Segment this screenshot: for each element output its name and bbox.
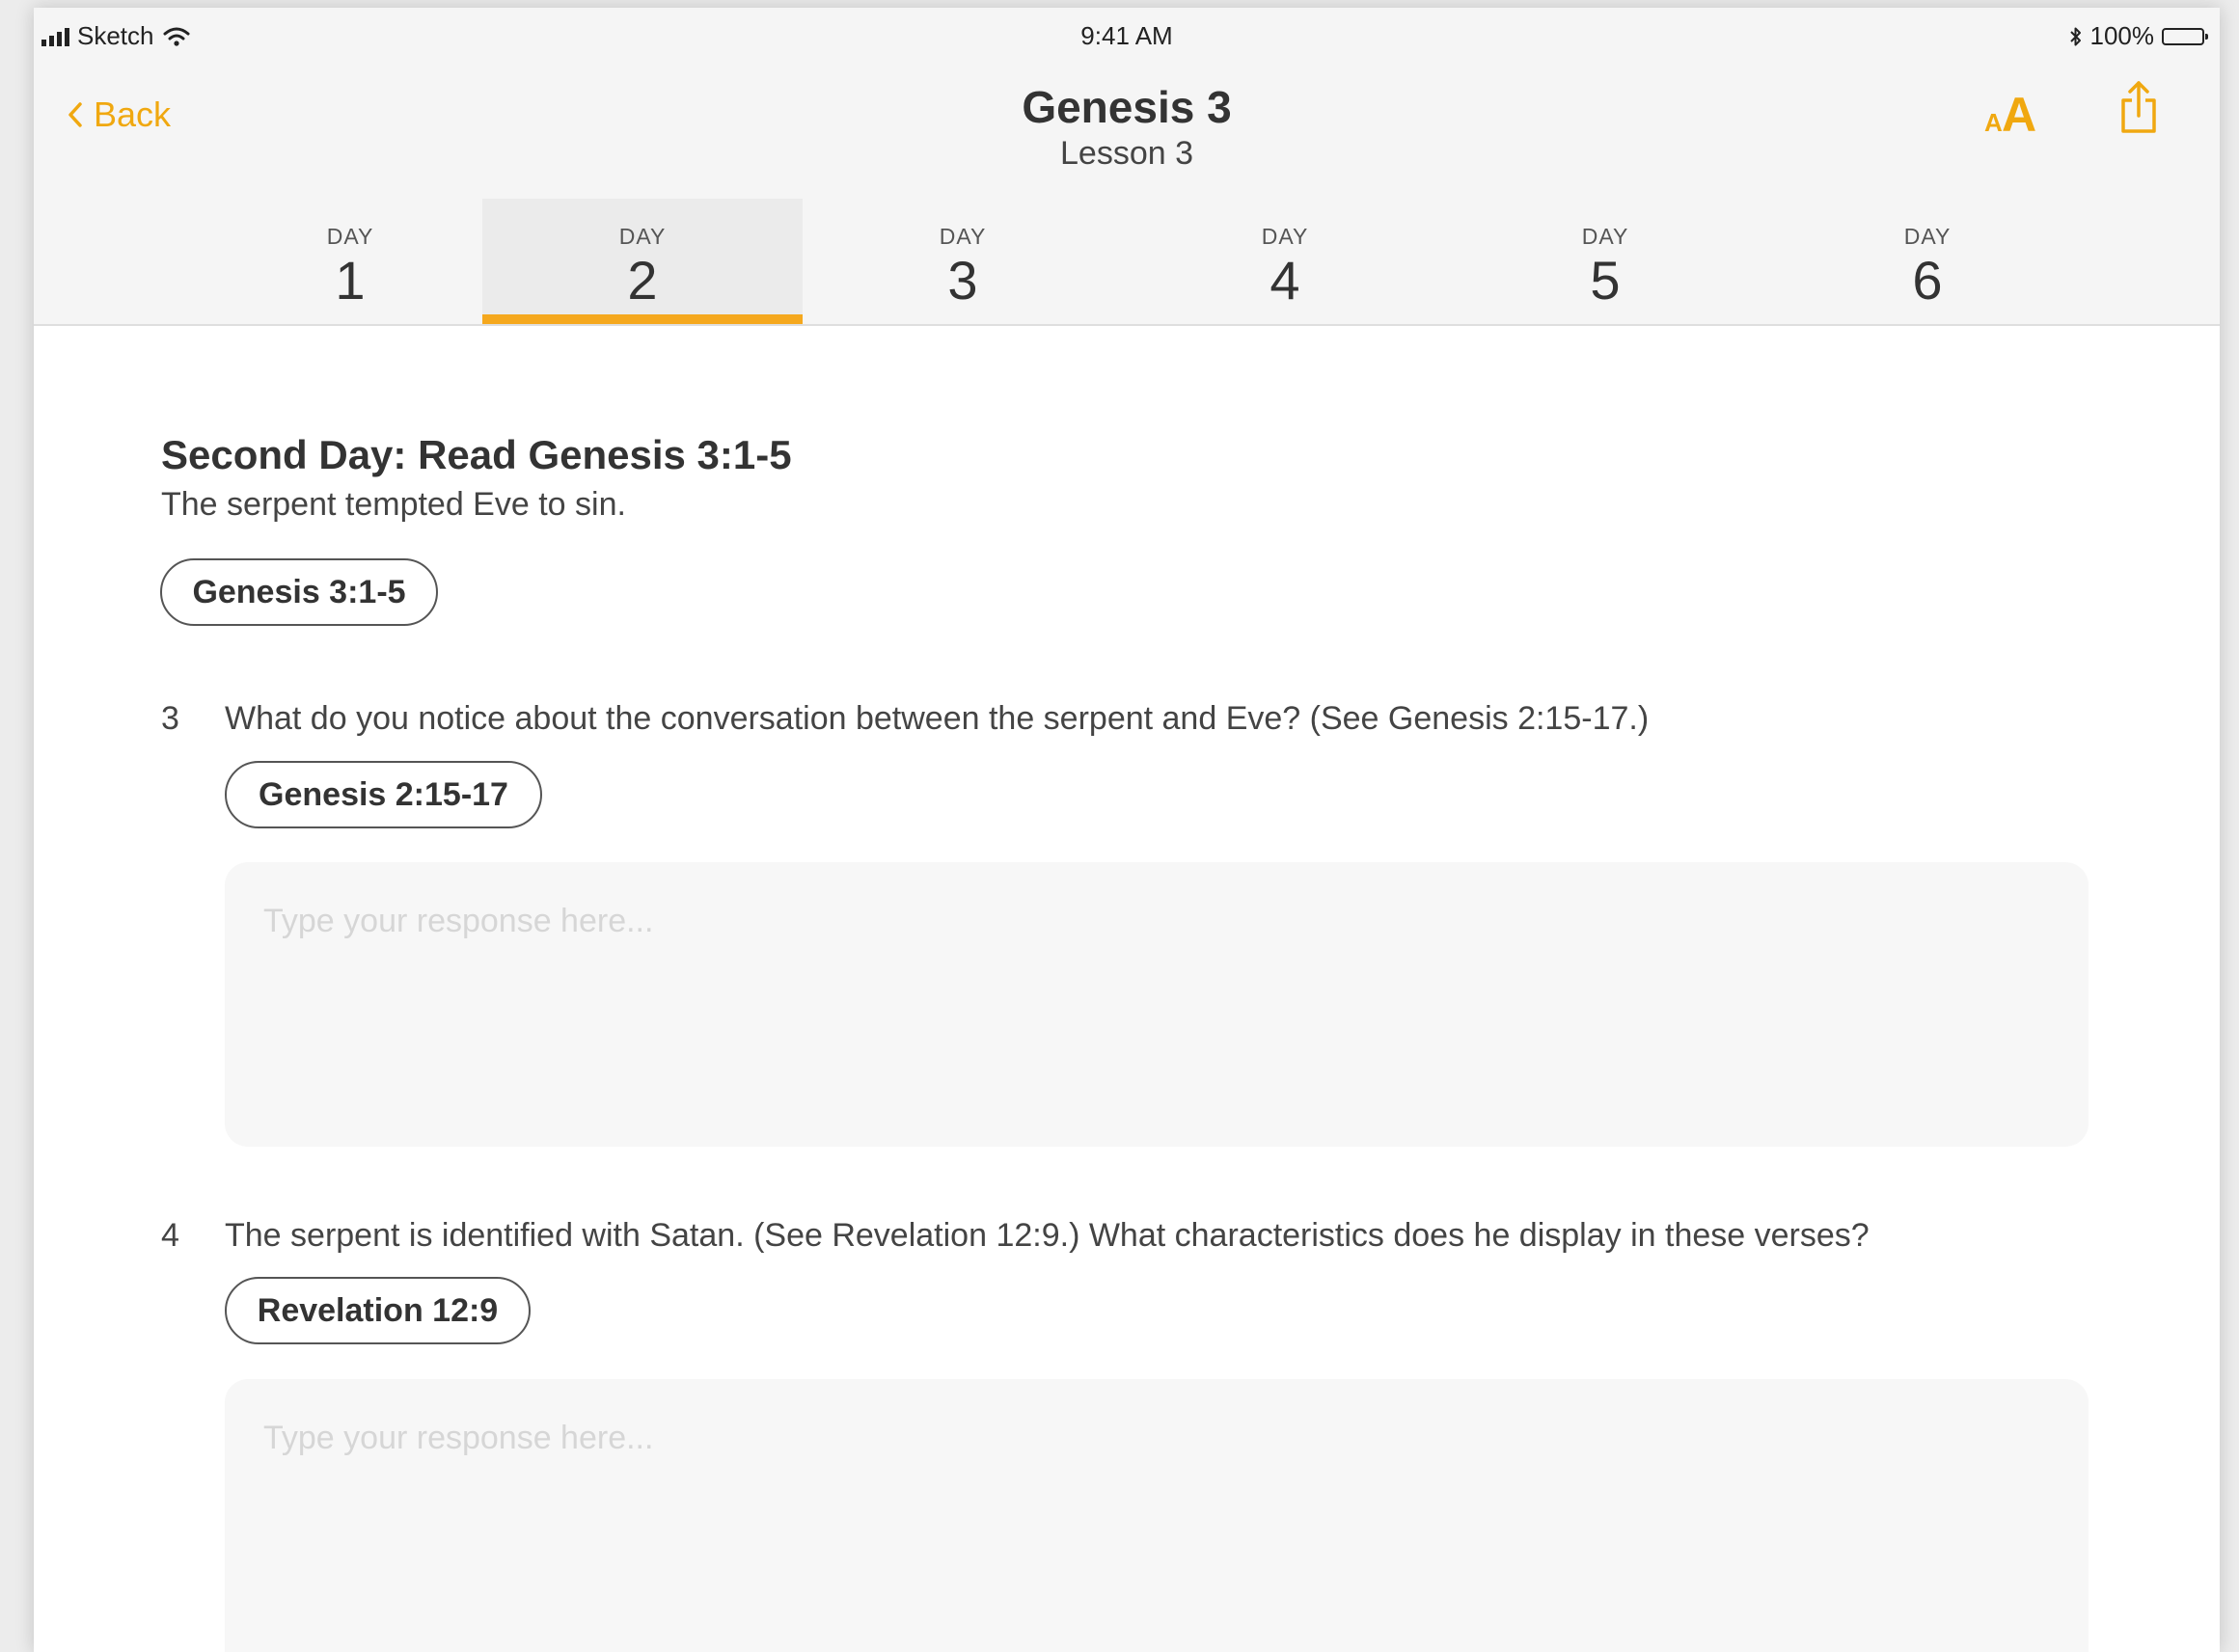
tab-label: DAY (326, 224, 374, 249)
response-input[interactable] (225, 862, 2089, 1147)
svg-text:A: A (1984, 108, 2003, 135)
font-size-icon: A A (1984, 88, 2036, 142)
tab-day-6[interactable]: DAY 6 (1767, 199, 2088, 324)
scripture-reference-button[interactable]: Genesis 2:15-17 (225, 761, 542, 828)
app-window: Sketch 9:41 AM 100% Back Genesis 3 Lesso… (34, 8, 2220, 1652)
tab-day-1[interactable]: DAY 1 (190, 199, 510, 324)
page-subtitle: Lesson 3 (1060, 135, 1193, 172)
question-text: What do you notice about the conversatio… (225, 700, 1650, 737)
scripture-reference-button[interactable]: Genesis 3:1-5 (160, 558, 438, 626)
tab-label: DAY (1581, 224, 1629, 249)
tab-day-5[interactable]: DAY 5 (1445, 199, 1765, 324)
font-size-button[interactable]: A A (1984, 87, 2044, 142)
tab-number: 5 (1590, 250, 1621, 311)
section-subtitle: The serpent tempted Eve to sin. (161, 486, 626, 523)
tab-number: 1 (335, 250, 366, 311)
svg-text:A: A (2002, 88, 2036, 135)
tab-number: 2 (627, 250, 658, 311)
section-title: Second Day: Read Genesis 3:1-5 (161, 432, 792, 477)
share-icon (2121, 81, 2156, 133)
tab-day-3[interactable]: DAY 3 (803, 199, 1123, 324)
tab-number: 3 (947, 250, 978, 311)
tab-label: DAY (1903, 224, 1952, 249)
status-time: 9:41 AM (1080, 21, 1173, 50)
scripture-reference-button[interactable]: Revelation 12:9 (225, 1277, 531, 1344)
battery-icon (2162, 27, 2208, 45)
bluetooth-icon (2069, 27, 2081, 45)
page-title: Genesis 3 (1022, 82, 1232, 132)
share-button[interactable] (2119, 79, 2158, 140)
question-number: 3 (161, 700, 179, 737)
tab-number: 4 (1270, 250, 1300, 311)
response-input[interactable] (225, 1379, 2089, 1652)
status-bar-right: 100% (2069, 21, 2208, 51)
tab-label: DAY (939, 224, 987, 249)
tab-day-4[interactable]: DAY 4 (1125, 199, 1445, 324)
day-tabs: DAY 1 DAY 2 DAY 3 DAY 4 DAY 5 DAY 6 (34, 199, 2220, 324)
tab-day-2[interactable]: DAY 2 (482, 199, 803, 324)
tab-number: 6 (1912, 250, 1943, 311)
battery-percent: 100% (2089, 21, 2155, 50)
question-number: 4 (161, 1217, 179, 1254)
question-text: The serpent is identified with Satan. (S… (225, 1217, 1870, 1254)
header: Sketch 9:41 AM 100% Back Genesis 3 Lesso… (34, 8, 2220, 326)
tab-label: DAY (618, 224, 667, 249)
tab-label: DAY (1261, 224, 1309, 249)
